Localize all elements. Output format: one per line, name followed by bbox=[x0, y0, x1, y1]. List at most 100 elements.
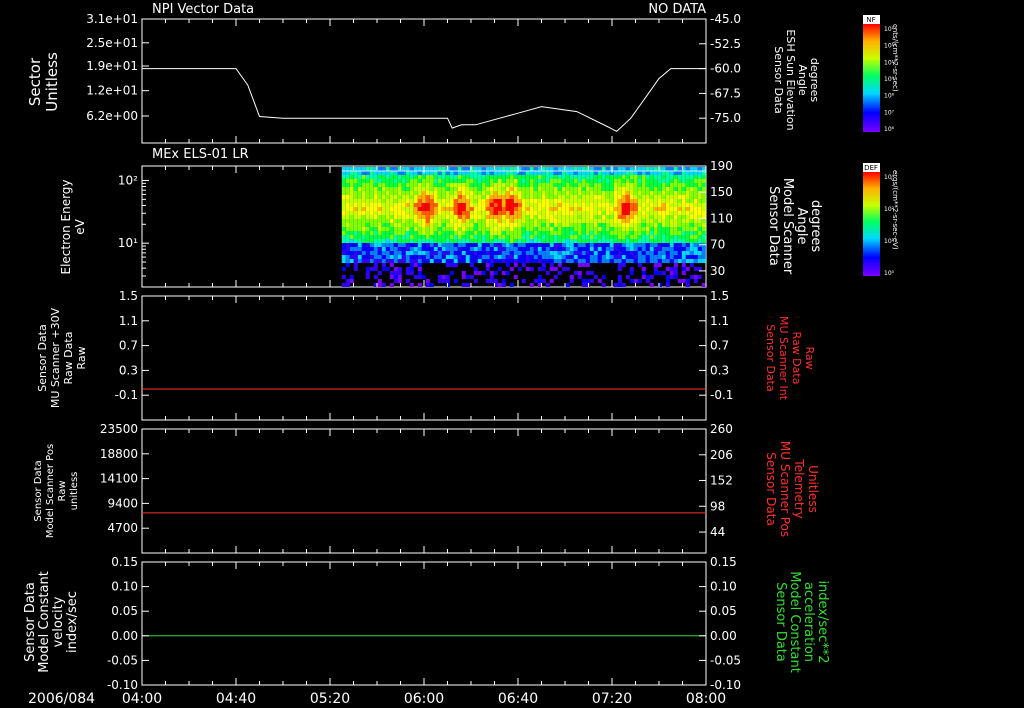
spectrogram-cell bbox=[561, 215, 566, 219]
spectrogram-cell bbox=[497, 239, 502, 243]
spectrogram-cell bbox=[417, 207, 422, 211]
spectrogram-cell bbox=[433, 255, 438, 259]
spectrogram-cell bbox=[601, 183, 606, 187]
spectrogram-cell bbox=[405, 267, 410, 271]
spectrogram-cell bbox=[357, 215, 362, 219]
spectrogram-cell bbox=[525, 187, 530, 191]
spectrogram-cell bbox=[681, 235, 686, 239]
spectrogram-cell bbox=[457, 183, 462, 187]
spectrogram-cell bbox=[621, 207, 626, 211]
spectrogram-cell bbox=[609, 223, 614, 227]
spectrogram-cell bbox=[549, 187, 554, 191]
spectrogram-cell bbox=[361, 171, 366, 175]
spectrogram-cell bbox=[525, 199, 530, 203]
spectrogram-cell bbox=[629, 171, 634, 175]
spectrogram-cell bbox=[509, 283, 514, 287]
spectrogram-cell bbox=[605, 219, 610, 223]
spectrogram-cell bbox=[373, 251, 378, 255]
spectrogram-cell bbox=[593, 191, 598, 195]
spectrogram-cell bbox=[405, 199, 410, 203]
spectrogram-cell bbox=[521, 175, 526, 179]
spectrogram-cell bbox=[645, 239, 650, 243]
spectrogram-cell bbox=[569, 235, 574, 239]
spectrogram-cell bbox=[689, 255, 694, 259]
spectrogram-cell bbox=[605, 167, 610, 171]
spectrogram-cell bbox=[553, 231, 558, 235]
spectrogram-cell bbox=[457, 251, 462, 255]
spectrogram-cell bbox=[357, 203, 362, 207]
spectrogram-cell bbox=[573, 271, 578, 275]
spectrogram-cell bbox=[417, 267, 422, 271]
spectrogram-cell bbox=[453, 247, 458, 251]
spectrogram-cell bbox=[649, 175, 654, 179]
spectrogram-cell bbox=[409, 263, 414, 267]
spectrogram-cell bbox=[581, 207, 586, 211]
spectrogram-cell bbox=[553, 247, 558, 251]
spectrogram-cell bbox=[665, 215, 670, 219]
spectrogram-cell bbox=[665, 251, 670, 255]
spectrogram-cell bbox=[601, 251, 606, 255]
spectrogram-cell bbox=[529, 211, 534, 215]
spectrogram-cell bbox=[437, 275, 442, 279]
spectrogram-cell bbox=[581, 191, 586, 195]
spectrogram-cell bbox=[345, 223, 350, 227]
spectrogram-cell bbox=[637, 235, 642, 239]
spectrogram-cell bbox=[585, 191, 590, 195]
spectrogram-cell bbox=[605, 191, 610, 195]
spectrogram-cell bbox=[521, 243, 526, 247]
spectrogram-cell bbox=[537, 259, 542, 263]
spectrogram-cell bbox=[441, 211, 446, 215]
spectrogram-cell bbox=[413, 235, 418, 239]
spectrogram-cell bbox=[593, 179, 598, 183]
spectrogram-cell bbox=[377, 183, 382, 187]
spectrogram-cell bbox=[425, 227, 430, 231]
spectrogram-cell bbox=[553, 239, 558, 243]
spectrogram-cell bbox=[489, 231, 494, 235]
spectrogram-cell bbox=[653, 171, 658, 175]
spectrogram-cell bbox=[553, 167, 558, 171]
spectrogram-cell bbox=[693, 167, 698, 171]
spectrogram-cell bbox=[465, 227, 470, 231]
spectrogram-cell bbox=[457, 203, 462, 207]
spectrogram-cell bbox=[601, 247, 606, 251]
spectrogram-cell bbox=[505, 263, 510, 267]
spectrogram-cell bbox=[485, 255, 490, 259]
spectrogram-cell bbox=[369, 251, 374, 255]
spectrogram-cell bbox=[497, 179, 502, 183]
spectrogram-cell bbox=[501, 215, 506, 219]
spectrogram-cell bbox=[549, 255, 554, 259]
spectrogram-cell bbox=[397, 243, 402, 247]
spectrogram-cell bbox=[353, 195, 358, 199]
spectrogram-cell bbox=[433, 239, 438, 243]
spectrogram-cell bbox=[625, 203, 630, 207]
spectrogram-cell bbox=[573, 211, 578, 215]
spectrogram-cell bbox=[417, 171, 422, 175]
spectrogram-cell bbox=[525, 207, 530, 211]
spectrogram-cell bbox=[389, 227, 394, 231]
spectrogram-cell bbox=[485, 251, 490, 255]
spectrogram-cell bbox=[477, 183, 482, 187]
spectrogram-cell bbox=[565, 267, 570, 271]
spectrogram-cell bbox=[593, 167, 598, 171]
spectrogram-cell bbox=[493, 211, 498, 215]
spectrogram-cell bbox=[537, 215, 542, 219]
spectrogram-cell bbox=[481, 219, 486, 223]
spectrogram-cell bbox=[501, 227, 506, 231]
panel4-frame bbox=[141, 428, 707, 554]
spectrogram-cell bbox=[653, 255, 658, 259]
spectrogram-cell bbox=[453, 195, 458, 199]
spectrogram-cell bbox=[473, 175, 478, 179]
spectrogram-cell bbox=[625, 167, 630, 171]
spectrogram-cell bbox=[353, 167, 358, 171]
spectrogram-cell bbox=[401, 259, 406, 263]
spectrogram-cell bbox=[513, 191, 518, 195]
spectrogram-cell bbox=[409, 187, 414, 191]
spectrogram-cell bbox=[385, 207, 390, 211]
spectrogram-cell bbox=[525, 267, 530, 271]
spectrogram-cell bbox=[541, 243, 546, 247]
spectrogram-cell bbox=[473, 279, 478, 283]
spectrogram-cell bbox=[581, 263, 586, 267]
panel5-ylabel-3: index/sec bbox=[65, 591, 80, 653]
spectrogram-cell bbox=[589, 207, 594, 211]
spectrogram-cell bbox=[501, 187, 506, 191]
